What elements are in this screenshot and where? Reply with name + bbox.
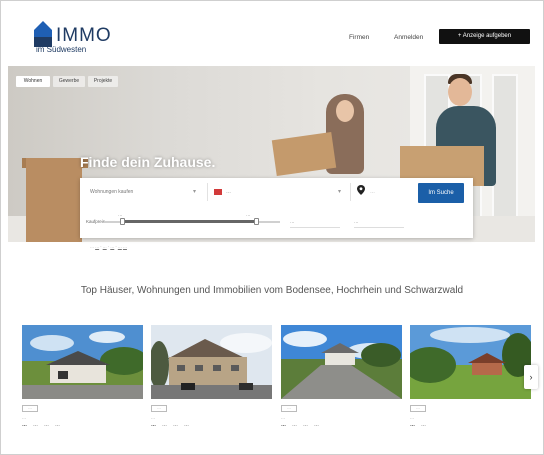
price-min-value: … — [118, 212, 123, 217]
price-max-value: … — [246, 212, 251, 217]
search-button[interactable]: Im Suche — [418, 183, 464, 203]
house-icon — [34, 21, 52, 47]
price-slider-fill — [122, 220, 257, 223]
listing-plot-area: … — [303, 422, 308, 428]
search-suggestions: … … · … · … · … … — [90, 244, 127, 249]
price-slider-min-handle[interactable] — [120, 218, 125, 225]
chevron-down-icon: ▾ — [338, 189, 342, 195]
listing-card[interactable]: … … … … — [410, 325, 531, 430]
logo-subtitle: im Südwesten — [36, 45, 87, 54]
listing-rooms: … — [314, 422, 319, 428]
divider — [350, 183, 351, 201]
logo-wordmark[interactable]: IMMO — [56, 26, 112, 45]
area-select[interactable]: … — [354, 215, 404, 228]
flag-icon — [214, 189, 222, 195]
listing-card[interactable]: … … … … … … — [281, 325, 402, 430]
rooms-select[interactable]: … — [290, 215, 340, 228]
nav-link-anmelden[interactable]: Anmelden — [394, 34, 423, 41]
suggestions-prefix: … — [90, 244, 94, 249]
suggestion-link[interactable]: … — [110, 244, 114, 249]
listing-rooms: … — [184, 422, 189, 428]
listing-price: … — [410, 422, 415, 428]
divider — [207, 183, 208, 201]
listing-badge: … — [151, 405, 167, 412]
listing-living-area: … — [33, 422, 38, 428]
listing-plot-area: … — [173, 422, 178, 428]
tab-gewerbe[interactable]: Gewerbe — [53, 76, 85, 87]
hero-title: Finde dein Zuhause. — [80, 154, 216, 170]
nav-link-firmen[interactable]: Firmen — [349, 34, 369, 41]
section-heading: Top Häuser, Wohnungen und Immobilien vom… — [80, 285, 464, 296]
listing-description: … — [22, 415, 26, 420]
price-slider-max-handle[interactable] — [254, 218, 259, 225]
listing-card[interactable]: … … … … … … — [151, 325, 272, 430]
listing-photo — [22, 325, 143, 399]
add-listing-button[interactable]: + Anzeige aufgeben — [439, 29, 530, 44]
price-label: Kaufpreis — [86, 219, 106, 224]
listing-living-area: … — [292, 422, 297, 428]
listing-photo — [281, 325, 402, 399]
listing-badge: … — [410, 405, 426, 412]
listing-description: … — [281, 415, 285, 420]
tab-wohnen[interactable]: Wohnen — [16, 76, 50, 87]
listing-badge: … — [22, 405, 38, 412]
region-select[interactable]: … — [226, 186, 336, 199]
tab-projekte[interactable]: Projekte — [88, 76, 118, 87]
listing-price: … — [281, 422, 286, 428]
listing-card[interactable]: … … … … … … — [22, 325, 143, 430]
listing-living-area: … — [421, 422, 426, 428]
listing-price: … — [151, 422, 156, 428]
listing-price: … — [22, 422, 27, 428]
suggestion-link[interactable]: … — [123, 244, 127, 249]
suggestion-link[interactable]: … — [103, 244, 107, 249]
suggestion-link[interactable]: … — [95, 244, 99, 249]
chevron-right-icon[interactable]: › — [524, 365, 538, 389]
listing-description: … — [151, 415, 155, 420]
listing-rooms: … — [55, 422, 60, 428]
location-input[interactable]: … — [370, 186, 410, 199]
listing-badge: … — [281, 405, 297, 412]
suggestion-link[interactable]: … — [118, 244, 122, 249]
property-type-select[interactable]: Wohnungen kaufen — [90, 186, 200, 199]
listing-photo — [410, 325, 531, 399]
listing-description: … — [410, 415, 414, 420]
map-pin-icon — [357, 185, 365, 195]
chevron-down-icon: ▾ — [193, 189, 197, 195]
listing-living-area: … — [162, 422, 167, 428]
listing-plot-area: … — [44, 422, 49, 428]
listing-photo — [151, 325, 272, 399]
